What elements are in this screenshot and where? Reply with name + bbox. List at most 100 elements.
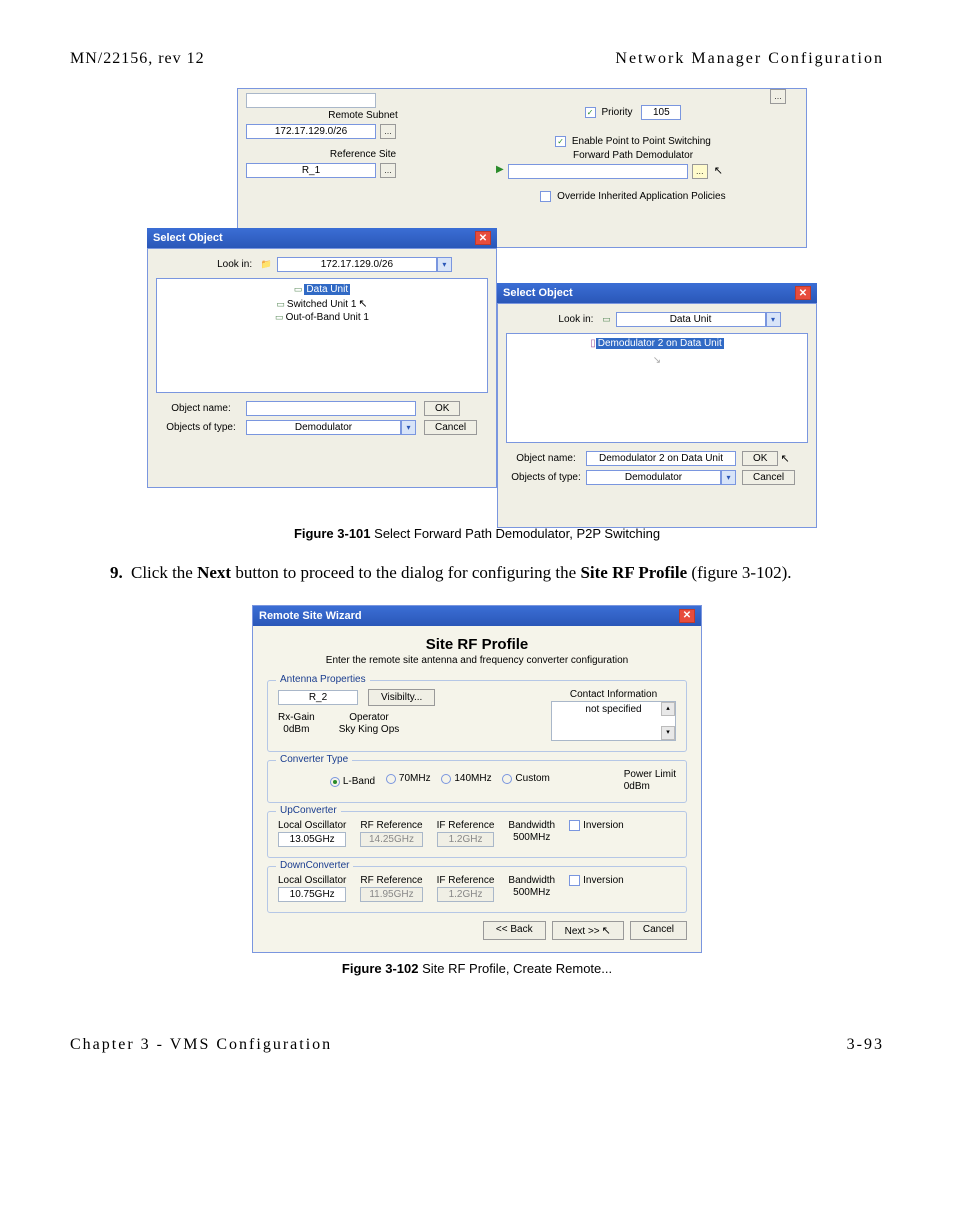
cancel-button[interactable]: Cancel: [424, 420, 477, 435]
close-icon[interactable]: ✕: [475, 231, 491, 245]
chevron-down-icon[interactable]: ▾: [721, 470, 736, 485]
rxgain-label: Rx-Gain: [278, 712, 315, 723]
upconverter-group: UpConverter Local Oscillator13.05GHz RF …: [267, 811, 687, 858]
fwd-path-input[interactable]: [508, 164, 688, 179]
figure-text: Site RF Profile, Create Remote...: [418, 961, 612, 976]
objects-type-input[interactable]: Demodulator: [246, 420, 401, 435]
override-label: Override Inherited Application Policies: [557, 191, 725, 202]
radio-custom[interactable]: Custom: [502, 773, 549, 784]
step-number: 9.: [110, 563, 123, 582]
play-icon: ▶: [496, 164, 504, 179]
ok-button[interactable]: OK: [424, 401, 460, 416]
reference-site-label: Reference Site: [330, 149, 396, 160]
operator-value: Sky King Ops: [339, 724, 400, 735]
scroll-up-icon[interactable]: ▴: [661, 702, 675, 716]
ellipsis-button[interactable]: …: [380, 124, 396, 139]
group-title: Antenna Properties: [276, 674, 370, 685]
chevron-down-icon[interactable]: ▾: [766, 312, 781, 327]
next-button[interactable]: Next >>↖: [552, 921, 624, 940]
rf-input: 11.95GHz: [360, 887, 422, 902]
chevron-down-icon[interactable]: ▾: [437, 257, 452, 272]
cursor-icon: ↖: [714, 164, 723, 179]
contact-label: Contact Information: [551, 689, 676, 700]
group-title: DownConverter: [276, 860, 353, 871]
device-icon: ▭: [602, 314, 611, 324]
enable-p2p-label: Enable Point to Point Switching: [572, 136, 711, 147]
objects-type-label: Objects of type:: [156, 422, 246, 433]
list-area[interactable]: ▯Demodulator 2 on Data Unit ↘: [506, 333, 808, 443]
priority-checkbox[interactable]: ✓: [585, 107, 596, 118]
cursor-icon: ↖: [358, 297, 367, 310]
object-name-input[interactable]: Demodulator 2 on Data Unit: [586, 451, 736, 466]
list-item[interactable]: Out-of-Band Unit 1: [286, 312, 369, 323]
ellipsis-button[interactable]: …: [380, 163, 396, 178]
rxgain-value: 0dBm: [278, 724, 315, 735]
close-icon[interactable]: ✕: [679, 609, 695, 623]
converter-type-group: Converter Type L-Band 70MHz 140MHz Custo…: [267, 760, 687, 803]
list-item[interactable]: Data Unit: [304, 284, 350, 295]
close-icon[interactable]: ✕: [795, 286, 811, 300]
antenna-group: Antenna Properties R_2 Visibilty... Rx-G…: [267, 680, 687, 752]
lookin-input[interactable]: 172.17.129.0/26: [277, 257, 437, 272]
device-icon: ▭: [294, 284, 303, 294]
priority-label: Priority: [601, 107, 632, 118]
select-object-dialog-left: Select Object ✕ Look in: 📁 172.17.129.0/…: [147, 228, 497, 488]
power-limit-label: Power Limit: [624, 769, 676, 780]
contact-textarea[interactable]: not specified ▴ ▾: [551, 701, 676, 741]
scroll-down-icon[interactable]: ▾: [661, 726, 675, 740]
radio-lband[interactable]: L-Band: [330, 776, 375, 787]
figure-caption: Figure 3-101 Select Forward Path Demodul…: [70, 526, 884, 541]
page-footer: Chapter 3 - VMS Configuration 3-93: [70, 1036, 884, 1054]
figure-number: Figure 3-101: [294, 526, 371, 541]
inversion-checkbox[interactable]: [569, 875, 580, 886]
radio-70mhz[interactable]: 70MHz: [386, 773, 431, 784]
demod-icon: ▯: [590, 338, 596, 349]
visibility-button[interactable]: Visibilty...: [368, 689, 435, 706]
dialog-title: Select Object: [503, 287, 573, 299]
ellipsis-button[interactable]: …: [770, 89, 786, 104]
group-title: UpConverter: [276, 805, 341, 816]
radio-140mhz[interactable]: 140MHz: [441, 773, 491, 784]
reference-site-input[interactable]: R_1: [246, 163, 376, 178]
subtitle: Enter the remote site antenna and freque…: [267, 655, 687, 666]
cursor-icon: ↖: [780, 452, 789, 465]
list-area[interactable]: ▭Data Unit ▭Switched Unit 1↖ ▭Out-of-Ban…: [156, 278, 488, 393]
lo-input[interactable]: 13.05GHz: [278, 832, 346, 847]
cancel-button[interactable]: Cancel: [742, 470, 795, 485]
device-icon: ▭: [275, 312, 284, 322]
objects-type-input[interactable]: Demodulator: [586, 470, 721, 485]
remote-subnet-input[interactable]: 172.17.129.0/26: [246, 124, 376, 139]
ok-button[interactable]: OK: [742, 451, 778, 466]
list-item[interactable]: Switched Unit 1: [287, 299, 356, 310]
select-object-dialog-right: Select Object ✕ Look in: ▭ Data Unit▾ ▯D…: [497, 283, 817, 528]
dialog-title: Select Object: [153, 232, 223, 244]
bw-value: 500MHz: [508, 832, 555, 843]
object-name-input[interactable]: [246, 401, 416, 416]
power-limit-value: 0dBm: [624, 781, 676, 792]
folder-icon: 📁: [261, 259, 272, 269]
enable-p2p-checkbox[interactable]: ✓: [555, 136, 566, 147]
bw-value: 500MHz: [508, 887, 555, 898]
group-title: Converter Type: [276, 754, 352, 765]
header-right: Network Manager Configuration: [615, 50, 884, 68]
ellipsis-button[interactable]: …: [692, 164, 708, 179]
back-button[interactable]: << Back: [483, 921, 546, 940]
cancel-button[interactable]: Cancel: [630, 921, 687, 940]
chevron-down-icon[interactable]: ▾: [401, 420, 416, 435]
page-header: MN/22156, rev 12 Network Manager Configu…: [70, 50, 884, 68]
priority-input[interactable]: 105: [641, 105, 681, 120]
remote-subnet-label: Remote Subnet: [328, 110, 398, 121]
override-checkbox[interactable]: ✓: [540, 191, 551, 202]
remote-site-panel: Remote Subnet 172.17.129.0/26 … Referenc…: [237, 88, 807, 248]
lookin-input[interactable]: Data Unit: [616, 312, 766, 327]
lo-input[interactable]: 10.75GHz: [278, 887, 346, 902]
operator-label: Operator: [339, 712, 400, 723]
downconverter-group: DownConverter Local Oscillator10.75GHz R…: [267, 866, 687, 913]
antenna-name-input[interactable]: R_2: [278, 690, 358, 705]
list-item[interactable]: Demodulator 2 on Data Unit: [596, 338, 724, 349]
if-input: 1.2GHz: [437, 887, 495, 902]
inversion-checkbox[interactable]: [569, 820, 580, 831]
remote-site-wizard-dialog: Remote Site Wizard ✕ Site RF Profile Ent…: [252, 605, 702, 953]
figure-caption: Figure 3-102 Site RF Profile, Create Rem…: [70, 961, 884, 976]
footer-right: 3-93: [847, 1036, 884, 1054]
